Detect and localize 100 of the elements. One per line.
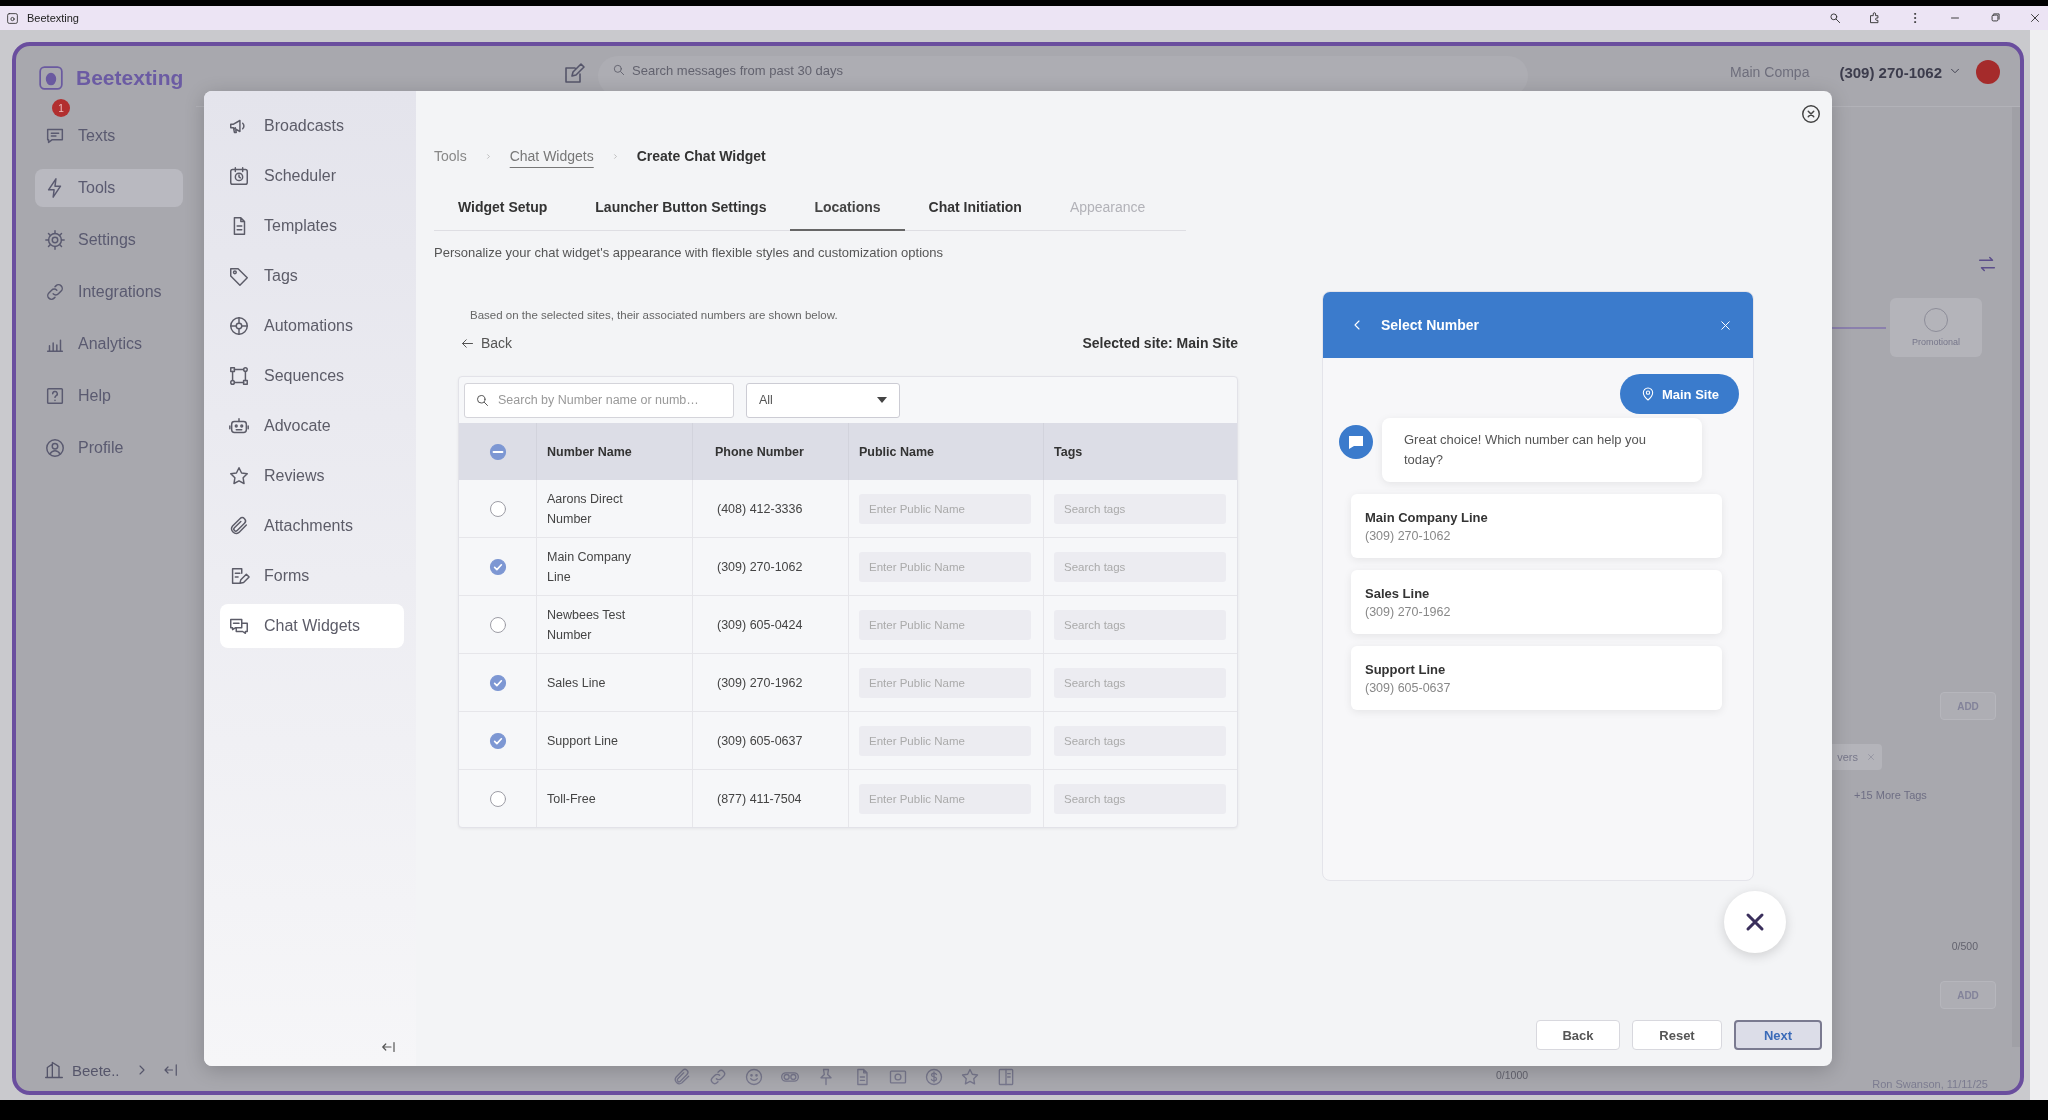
tab[interactable]: Chat Initiation	[904, 185, 1046, 231]
scrollbar[interactable]	[2030, 30, 2048, 1100]
app-icon	[6, 11, 19, 25]
input-field[interactable]: Enter Public Name	[859, 783, 1031, 814]
action-button[interactable]: Next	[1734, 1020, 1822, 1050]
table-cell: Sales Line	[537, 654, 693, 711]
brand-name: Beetexting	[76, 66, 184, 90]
type-card[interactable]: Promotional	[1890, 298, 1982, 357]
menu-item[interactable]: Reviews	[220, 454, 404, 498]
paperclip-icon[interactable]	[672, 1067, 692, 1087]
search-field[interactable]: Search by Number name or numb…	[464, 382, 734, 418]
link-icon	[44, 281, 66, 303]
checkbox[interactable]	[488, 789, 507, 808]
close-icon[interactable]	[1800, 103, 1822, 125]
zoom-icon[interactable]	[1828, 11, 1842, 25]
nav-item[interactable]: Texts	[35, 117, 183, 155]
filter-dropdown[interactable]: All	[746, 382, 900, 418]
checkbox[interactable]	[488, 615, 507, 634]
checkbox[interactable]	[488, 499, 507, 518]
back-link[interactable]: Back	[460, 335, 513, 351]
paperclip-icon	[228, 515, 250, 537]
flow-icon	[228, 365, 250, 387]
link-icon[interactable]	[708, 1067, 728, 1087]
nav-item[interactable]: Integrations	[35, 273, 183, 311]
checkbox[interactable]	[488, 731, 507, 750]
star-icon[interactable]	[960, 1067, 980, 1087]
number-option[interactable]: Support Line (309) 605-0637	[1351, 646, 1722, 710]
star-icon	[228, 465, 250, 487]
number-option[interactable]: Main Company Line (309) 270-1062	[1351, 494, 1722, 558]
input-field[interactable]: Search tags	[1054, 493, 1226, 524]
table-cell: (309) 605-0424	[693, 596, 849, 653]
input-field[interactable]: Search tags	[1054, 667, 1226, 698]
maximize-icon[interactable]	[1988, 11, 2002, 25]
input-field[interactable]: Search tags	[1054, 609, 1226, 640]
checkbox[interactable]	[488, 442, 507, 461]
action-button[interactable]: Back	[1536, 1020, 1620, 1050]
search-icon	[612, 63, 626, 77]
tab[interactable]: Locations	[790, 185, 905, 231]
close-launcher-button[interactable]	[1724, 891, 1786, 953]
widget-title: Select Number	[1381, 317, 1480, 333]
close-icon[interactable]	[2028, 11, 2042, 25]
table-cell: Main Company Line	[537, 538, 693, 595]
extensions-icon[interactable]	[1868, 11, 1882, 25]
avatar[interactable]	[1976, 60, 2000, 84]
checkbox[interactable]	[488, 557, 507, 576]
table-cell: (309) 270-1062	[693, 538, 849, 595]
dollar-icon[interactable]	[924, 1067, 944, 1087]
smiley-icon[interactable]	[744, 1067, 764, 1087]
input-field[interactable]: Enter Public Name	[859, 551, 1031, 582]
menu-item[interactable]: Forms	[220, 554, 404, 598]
nav-item[interactable]: Analytics	[35, 325, 183, 363]
table-cell: Newbees Test Number	[537, 596, 693, 653]
column-header: Public Name	[849, 423, 1044, 480]
input-field[interactable]: Enter Public Name	[859, 725, 1031, 756]
action-button[interactable]: Reset	[1632, 1020, 1722, 1050]
input-field[interactable]: Search tags	[1054, 725, 1226, 756]
menu-item[interactable]: Templates	[220, 204, 404, 248]
nav-item[interactable]: Tools	[35, 169, 183, 207]
char-count: 0/1000	[1496, 1069, 1529, 1083]
nav-item[interactable]: Settings	[35, 221, 183, 259]
menu-item[interactable]: Sequences	[220, 354, 404, 398]
window-title: Beetexting	[27, 12, 79, 24]
wheel-icon	[228, 315, 250, 337]
compose-icon[interactable]	[562, 62, 586, 86]
site-chip[interactable]: Main Site	[1620, 374, 1739, 414]
menu-item[interactable]: Broadcasts	[220, 104, 404, 148]
option-phone: (309) 605-0637	[1365, 680, 1452, 695]
logo-icon[interactable]	[38, 65, 64, 91]
panel-icon[interactable]	[996, 1067, 1016, 1087]
menu-item[interactable]: Attachments	[220, 504, 404, 548]
table-cell: Aarons Direct Number	[537, 480, 693, 537]
menu-item[interactable]: Advocate	[220, 404, 404, 448]
checkbox[interactable]	[488, 673, 507, 692]
table-cell: Support Line	[537, 712, 693, 769]
tab[interactable]: Widget Setup	[434, 185, 572, 231]
nav-item[interactable]: Help	[35, 377, 183, 415]
help-icon	[44, 385, 66, 407]
breadcrumb-link[interactable]: Tools	[434, 148, 467, 164]
breadcrumb-link[interactable]: Chat Widgets	[509, 148, 594, 164]
input-field[interactable]: Enter Public Name	[859, 667, 1031, 698]
description-text: Personalize your chat widget's appearance with flexible styles and customization options	[434, 245, 945, 262]
table-cell: Toll-Free	[537, 770, 693, 827]
company-name: Main Compa	[1730, 64, 1810, 80]
nav-item[interactable]: Profile	[35, 429, 183, 467]
number-option[interactable]: Sales Line (309) 270-1962	[1351, 570, 1722, 634]
menu-item[interactable]: Scheduler	[220, 154, 404, 198]
input-field[interactable]: Enter Public Name	[859, 609, 1031, 640]
selected-site-label: Selected site: Main Site	[1082, 335, 1238, 351]
phone-number[interactable]: (309) 270-1062	[1839, 64, 1942, 81]
input-field[interactable]: Search tags	[1054, 783, 1226, 814]
input-field[interactable]: Search tags	[1054, 551, 1226, 582]
input-field[interactable]: Enter Public Name	[859, 493, 1031, 524]
remove-icon[interactable]	[1866, 752, 1876, 762]
tab[interactable]: Launcher Button Settings	[571, 185, 791, 231]
menu-item[interactable]: Chat Widgets	[220, 604, 404, 648]
breadcrumb-current: Create Chat Widget	[636, 148, 766, 164]
menu-item[interactable]: Tags	[220, 254, 404, 298]
workspace-name[interactable]: Beete..	[72, 1061, 120, 1079]
building-icon	[44, 1060, 64, 1080]
menu-item[interactable]: Automations	[220, 304, 404, 348]
